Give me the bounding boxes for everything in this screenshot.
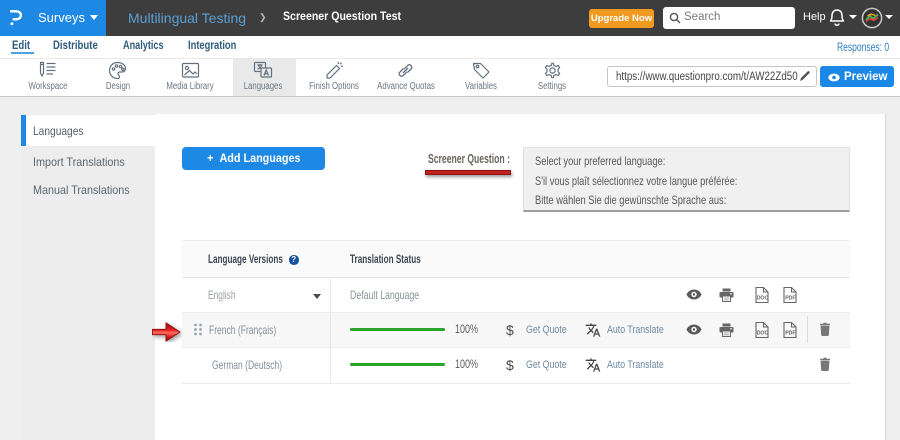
svg-text:PDF: PDF	[785, 330, 795, 336]
svg-text:PDF: PDF	[785, 295, 795, 301]
svg-text:DOC: DOC	[757, 330, 769, 336]
svg-text:DOC: DOC	[757, 295, 769, 301]
